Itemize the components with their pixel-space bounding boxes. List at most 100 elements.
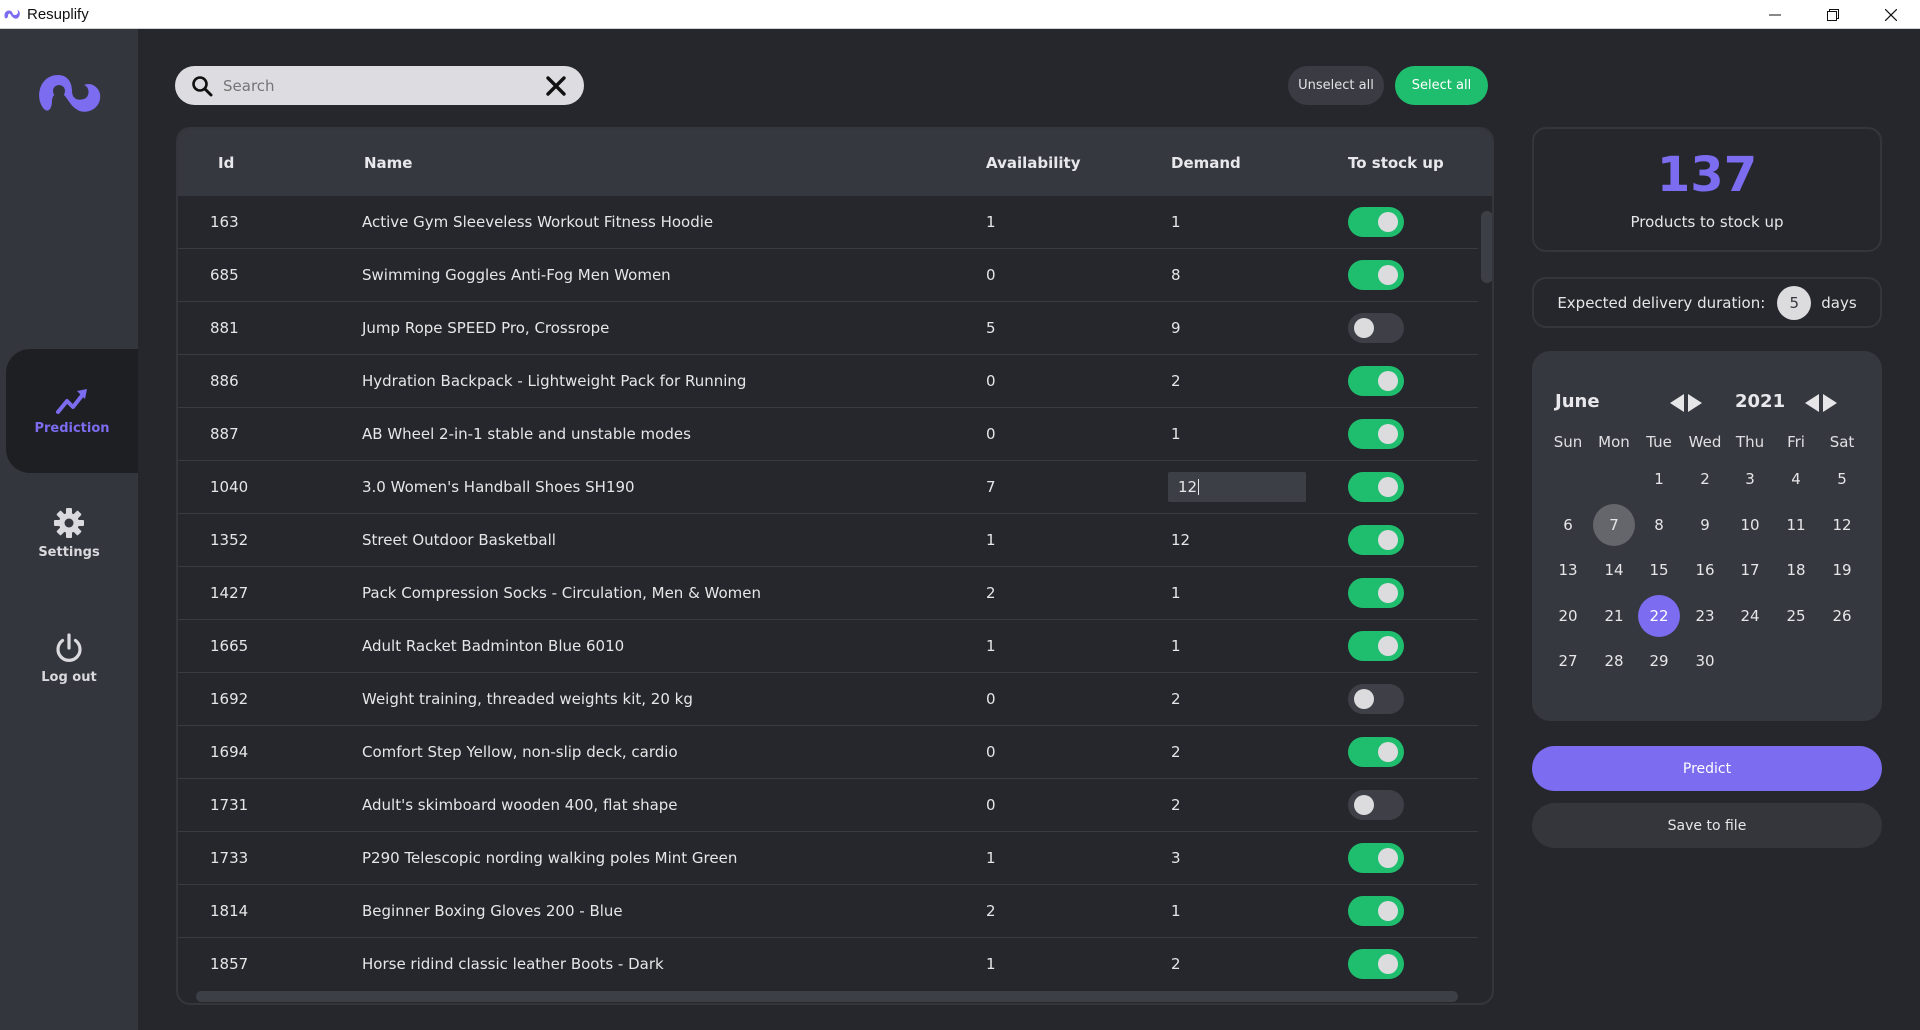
calendar-day[interactable]: 29	[1638, 640, 1680, 682]
calendar-day[interactable]: 4	[1775, 458, 1817, 500]
predict-button[interactable]: Predict	[1532, 746, 1882, 791]
table-row[interactable]: 1692 Weight training, threaded weights ki…	[178, 673, 1478, 726]
table-row[interactable]: 886 Hydration Backpack - Lightweight Pack…	[178, 355, 1478, 408]
calendar-day[interactable]: 24	[1729, 595, 1771, 637]
calendar-day-today[interactable]: 7	[1593, 503, 1635, 546]
table-row[interactable]: 1814 Beginner Boxing Gloves 200 - Blue 2 1	[178, 885, 1478, 938]
stock-up-toggle[interactable]	[1348, 419, 1404, 449]
calendar-day[interactable]: 26	[1821, 595, 1863, 637]
stock-up-toggle[interactable]	[1348, 525, 1404, 555]
stock-up-toggle[interactable]	[1348, 260, 1404, 290]
calendar-day[interactable]: 15	[1638, 549, 1680, 591]
calendar-day[interactable]: 1	[1638, 458, 1680, 500]
table-row[interactable]: 1427 Pack Compression Socks - Circulation…	[178, 567, 1478, 620]
clear-search-icon[interactable]	[542, 72, 570, 100]
stock-up-toggle[interactable]	[1348, 896, 1404, 926]
calendar-day[interactable]: 14	[1593, 549, 1635, 591]
next-month-icon[interactable]	[1687, 393, 1703, 413]
stock-up-toggle[interactable]	[1348, 790, 1404, 820]
row-demand[interactable]: 2	[1171, 690, 1181, 708]
prev-year-icon[interactable]	[1804, 393, 1820, 413]
calendar-day[interactable]: 23	[1684, 595, 1726, 637]
select-all-button[interactable]: Select all	[1395, 66, 1488, 105]
calendar-day[interactable]: 19	[1821, 549, 1863, 591]
calendar-day[interactable]: 13	[1547, 549, 1589, 591]
row-demand[interactable]: 1	[1171, 584, 1181, 602]
row-demand[interactable]: 12	[1171, 531, 1190, 549]
stock-up-toggle[interactable]	[1348, 472, 1404, 502]
prev-month-icon[interactable]	[1669, 393, 1685, 413]
table-row[interactable]: 1665 Adult Racket Badminton Blue 6010 1 1	[178, 620, 1478, 673]
minimize-icon[interactable]	[1746, 0, 1804, 29]
calendar-day[interactable]: 18	[1775, 549, 1817, 591]
calendar-day[interactable]: 3	[1729, 458, 1771, 500]
vertical-scrollbar[interactable]	[1481, 211, 1492, 283]
calendar-day[interactable]: 16	[1684, 549, 1726, 591]
column-header-availability[interactable]: Availability	[986, 154, 1081, 172]
horizontal-scrollbar[interactable]	[196, 991, 1458, 1002]
row-demand[interactable]: 1	[1171, 902, 1181, 920]
stock-up-toggle[interactable]	[1348, 684, 1404, 714]
table-row[interactable]: 685 Swimming Goggles Anti-Fog Men Women 0 8	[178, 249, 1478, 302]
table-row[interactable]: 1694 Comfort Step Yellow, non-slip deck, …	[178, 726, 1478, 779]
table-row[interactable]: 1352 Street Outdoor Basketball 1 12	[178, 514, 1478, 567]
stock-up-toggle[interactable]	[1348, 631, 1404, 661]
search-input[interactable]	[223, 76, 542, 95]
delivery-days-input[interactable]: 5	[1777, 285, 1812, 320]
row-demand[interactable]: 2	[1171, 372, 1181, 390]
save-to-file-button[interactable]: Save to file	[1532, 803, 1882, 848]
stock-up-toggle[interactable]	[1348, 578, 1404, 608]
row-demand[interactable]: 1	[1171, 213, 1181, 231]
calendar-day[interactable]: 27	[1547, 640, 1589, 682]
row-demand[interactable]: 8	[1171, 266, 1181, 284]
stock-up-toggle[interactable]	[1348, 366, 1404, 396]
sidebar-item-settings[interactable]: Settings	[0, 507, 138, 560]
row-demand[interactable]: 1	[1171, 425, 1181, 443]
column-header-to-stock-up[interactable]: To stock up	[1348, 154, 1444, 172]
table-row[interactable]: 887 AB Wheel 2-in-1 stable and unstable m…	[178, 408, 1478, 461]
row-demand[interactable]: 2	[1171, 743, 1181, 761]
calendar-day[interactable]: 9	[1684, 504, 1726, 546]
row-demand[interactable]: 9	[1171, 319, 1181, 337]
calendar-day[interactable]: 12	[1821, 504, 1863, 546]
column-header-demand[interactable]: Demand	[1171, 154, 1241, 172]
stock-up-toggle[interactable]	[1348, 737, 1404, 767]
calendar-day[interactable]: 6	[1547, 504, 1589, 546]
calendar-day[interactable]: 25	[1775, 595, 1817, 637]
stock-up-toggle[interactable]	[1348, 207, 1404, 237]
table-row[interactable]: 1857 Horse ridind classic leather Boots -…	[178, 938, 1478, 981]
table-row[interactable]: 1731 Adult's skimboard wooden 400, flat s…	[178, 779, 1478, 832]
demand-edit-input[interactable]: 12	[1168, 472, 1306, 502]
calendar-day[interactable]: 17	[1729, 549, 1771, 591]
stock-up-toggle[interactable]	[1348, 949, 1404, 979]
calendar-day[interactable]: 10	[1729, 504, 1771, 546]
row-demand[interactable]: 3	[1171, 849, 1181, 867]
table-row[interactable]: 163 Active Gym Sleeveless Workout Fitness…	[178, 196, 1478, 249]
calendar-day[interactable]: 11	[1775, 504, 1817, 546]
next-year-icon[interactable]	[1822, 393, 1838, 413]
restore-icon[interactable]	[1804, 0, 1862, 29]
table-row[interactable]: 1733 P290 Telescopic nording walking pole…	[178, 832, 1478, 885]
table-row[interactable]: 1040 3.0 Women's Handball Shoes SH190 7 12	[178, 461, 1478, 514]
calendar-day[interactable]: 20	[1547, 595, 1589, 637]
stock-up-toggle[interactable]	[1348, 313, 1404, 343]
row-demand[interactable]: 1	[1171, 637, 1181, 655]
column-header-id[interactable]: Id	[218, 154, 234, 172]
calendar-day[interactable]: 21	[1593, 595, 1635, 637]
calendar-day[interactable]: 5	[1821, 458, 1863, 500]
calendar-day[interactable]: 2	[1684, 458, 1726, 500]
calendar: June 2021 Sun Mon Tue Wed Thu Fri Sat 1 2 3 4 5 6 7 8 9…	[1532, 351, 1882, 721]
row-demand[interactable]: 2	[1171, 796, 1181, 814]
sidebar-item-prediction[interactable]: Prediction	[6, 349, 138, 473]
table-row[interactable]: 881 Jump Rope SPEED Pro, Crossrope 5 9	[178, 302, 1478, 355]
row-demand[interactable]: 2	[1171, 955, 1181, 973]
calendar-day[interactable]: 28	[1593, 640, 1635, 682]
calendar-day-selected[interactable]: 22	[1638, 594, 1680, 637]
calendar-day[interactable]: 8	[1638, 504, 1680, 546]
close-icon[interactable]	[1862, 0, 1920, 29]
sidebar-item-logout[interactable]: Log out	[0, 632, 138, 685]
column-header-name[interactable]: Name	[364, 154, 412, 172]
unselect-all-button[interactable]: Unselect all	[1288, 66, 1384, 105]
calendar-day[interactable]: 30	[1684, 640, 1726, 682]
stock-up-toggle[interactable]	[1348, 843, 1404, 873]
